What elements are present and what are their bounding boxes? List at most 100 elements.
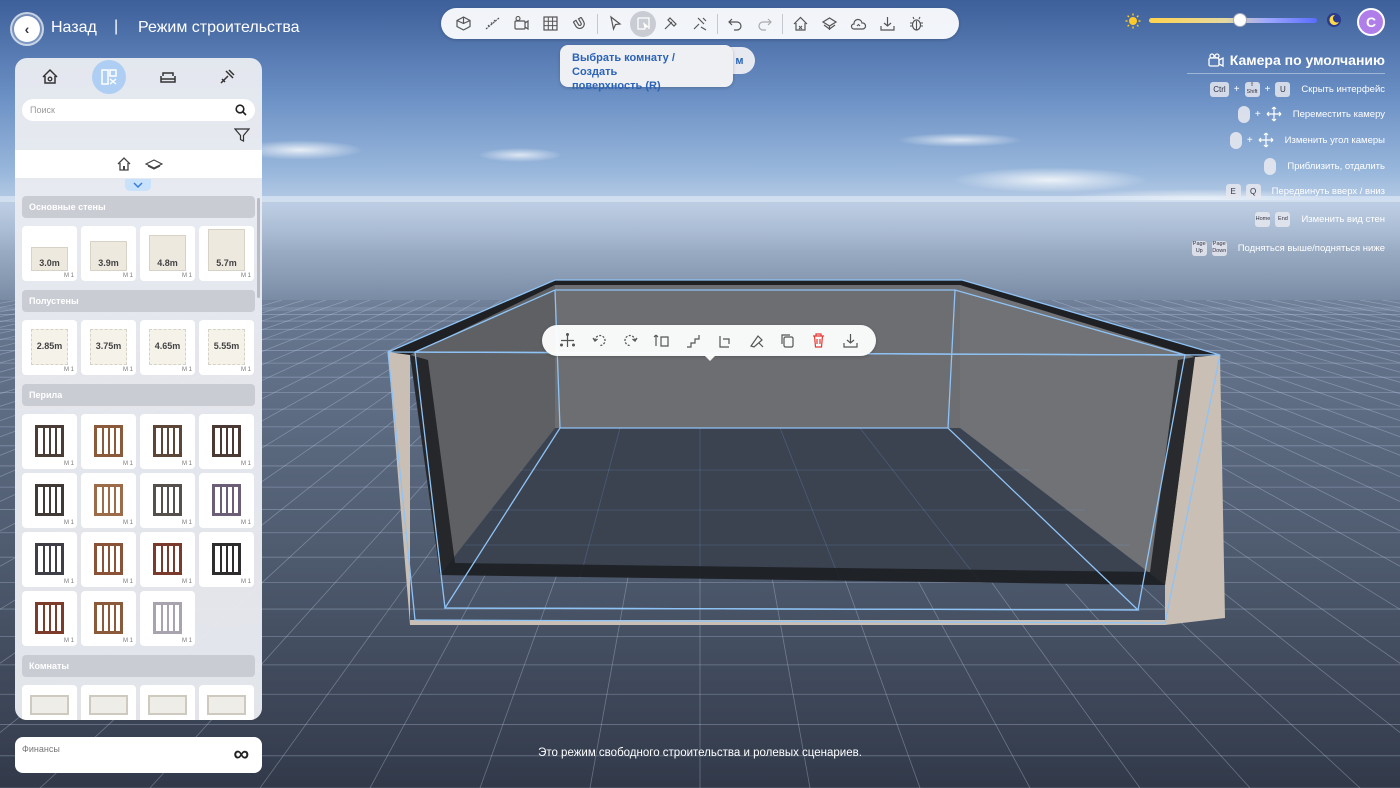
section-header[interactable]: Полустены: [22, 290, 255, 312]
toolbar-cloud-house-button[interactable]: [844, 11, 873, 36]
catalog-scrollbar[interactable]: [257, 198, 260, 298]
catalog-item[interactable]: M 1: [140, 414, 195, 469]
catalog-item[interactable]: 3.0m M 1: [22, 226, 77, 281]
tab-walls[interactable]: [92, 60, 127, 94]
rotate-left-button[interactable]: [586, 328, 612, 353]
camera-hint-row: Ctrl + ⇧ Shift + U Скрыть интерфейс: [1210, 81, 1385, 97]
rotate-right-button[interactable]: [617, 328, 643, 353]
object-toolbar: [542, 325, 876, 356]
collapse-toggle[interactable]: [125, 179, 151, 191]
toolbar-undo-button[interactable]: [721, 11, 750, 36]
save-object-button[interactable]: [837, 328, 863, 353]
catalog-item[interactable]: M 1: [22, 591, 77, 646]
view-3d-icon: [456, 16, 471, 31]
catalog-item[interactable]: 3.75m M 1: [81, 320, 136, 375]
sun-icon: [1125, 13, 1141, 29]
delete-button[interactable]: [806, 328, 832, 353]
tab-tools[interactable]: [210, 60, 244, 94]
catalog-item[interactable]: M 1: [81, 532, 136, 587]
toolbar-measure-button[interactable]: [478, 11, 507, 36]
catalog-item[interactable]: 4.8m M 1: [140, 226, 195, 281]
item-grid: 2.85m M 1 3.75m M 1 4.65m M 1 5.55m M 1: [22, 320, 255, 375]
toolbar-cursor-button[interactable]: [601, 11, 630, 36]
toolbar-repair-button[interactable]: [685, 11, 714, 36]
undo-icon: [728, 18, 742, 31]
grid-icon: [543, 16, 558, 31]
section-header[interactable]: Перила: [22, 384, 255, 406]
subtab-rooms[interactable]: [114, 154, 134, 174]
catalog-item[interactable]: 5.7m M 1: [199, 226, 254, 281]
key-cap: End: [1275, 211, 1291, 227]
toolbar-view-3d-button[interactable]: [449, 11, 478, 36]
camera-icon: [514, 15, 529, 31]
search-bar[interactable]: [22, 99, 255, 121]
toolbar-house-tools-button[interactable]: [786, 11, 815, 36]
item-badge: M 1: [240, 461, 251, 467]
hint-label: Скрыть интерфейс: [1301, 83, 1385, 95]
toolbar-separator: [717, 13, 718, 34]
tooltip-line-1: Выбрать комнату / Создать: [572, 52, 675, 78]
catalog-item[interactable]: [22, 685, 77, 720]
toolbar-bug-button[interactable]: [902, 11, 931, 36]
toolbar-grid-button[interactable]: [536, 11, 565, 36]
search-input[interactable]: [30, 105, 235, 115]
back-label[interactable]: Назад: [51, 19, 97, 37]
subtab-floors[interactable]: [144, 154, 164, 174]
railing-preview: [35, 484, 64, 516]
camera-panel-title: Камера по умолчанию: [1208, 52, 1385, 68]
catalog-item[interactable]: M 1: [81, 414, 136, 469]
toolbar-camera-button[interactable]: [507, 11, 536, 36]
wall-align-button[interactable]: [712, 328, 738, 353]
catalog-item[interactable]: 5.55m M 1: [199, 320, 254, 375]
room-preview: [89, 695, 128, 715]
catalog-list[interactable]: Основные стены 3.0m M 1 3.9m M 1 4.8m M 1 5.7m M…: [22, 196, 255, 720]
paint-button[interactable]: [743, 328, 769, 353]
mouse-left-icon: [1237, 105, 1250, 123]
catalog-item[interactable]: 3.9m M 1: [81, 226, 136, 281]
catalog-item[interactable]: M 1: [22, 532, 77, 587]
toolbar-download-button[interactable]: [873, 11, 902, 36]
toolbar-select-room-button[interactable]: [630, 10, 656, 37]
search-icon[interactable]: [235, 104, 247, 116]
catalog-item[interactable]: [199, 685, 254, 720]
catalog-item[interactable]: M 1: [81, 473, 136, 528]
stairs-button[interactable]: [680, 328, 706, 353]
copy-button[interactable]: [774, 328, 800, 353]
tab-furniture[interactable]: [151, 60, 185, 94]
section-header[interactable]: Комнаты: [22, 655, 255, 677]
item-badge: M 1: [63, 461, 74, 467]
catalog-item[interactable]: M 1: [140, 532, 195, 587]
filter-icon[interactable]: [234, 127, 250, 143]
toolbar-hammer-button[interactable]: [656, 11, 685, 36]
catalog-item[interactable]: M 1: [140, 591, 195, 646]
time-slider-thumb[interactable]: [1232, 13, 1247, 27]
move-object-button[interactable]: [555, 328, 581, 353]
catalog-item[interactable]: M 1: [22, 414, 77, 469]
moon-icon: [1327, 13, 1341, 27]
catalog-item[interactable]: M 1: [199, 532, 254, 587]
key-cap: Q: [1245, 183, 1261, 199]
wall-height-button[interactable]: [649, 328, 675, 353]
catalog-item[interactable]: M 1: [140, 473, 195, 528]
toolbar-redo-button[interactable]: [750, 11, 779, 36]
catalog-item[interactable]: [81, 685, 136, 720]
catalog-item[interactable]: 4.65m M 1: [140, 320, 195, 375]
railing-preview: [94, 602, 123, 634]
back-button[interactable]: ‹: [10, 12, 44, 46]
toolbar-layers-button[interactable]: [815, 11, 844, 36]
rotate-right-icon: [624, 334, 638, 347]
catalog-item[interactable]: M 1: [81, 591, 136, 646]
user-avatar[interactable]: C: [1357, 8, 1385, 36]
toolbar-magnet-button[interactable]: [565, 11, 594, 36]
catalog-item[interactable]: M 1: [199, 473, 254, 528]
catalog-item[interactable]: 2.85m M 1: [22, 320, 77, 375]
railing-preview: [153, 602, 182, 634]
section-header[interactable]: Основные стены: [22, 196, 255, 218]
item-badge: M 1: [240, 579, 251, 585]
half-wall-height-label: 4.65m: [154, 341, 181, 351]
catalog-item[interactable]: [140, 685, 195, 720]
catalog-item[interactable]: M 1: [22, 473, 77, 528]
top-toolbar: [441, 8, 959, 39]
catalog-item[interactable]: M 1: [199, 414, 254, 469]
tab-house[interactable]: [33, 60, 67, 94]
